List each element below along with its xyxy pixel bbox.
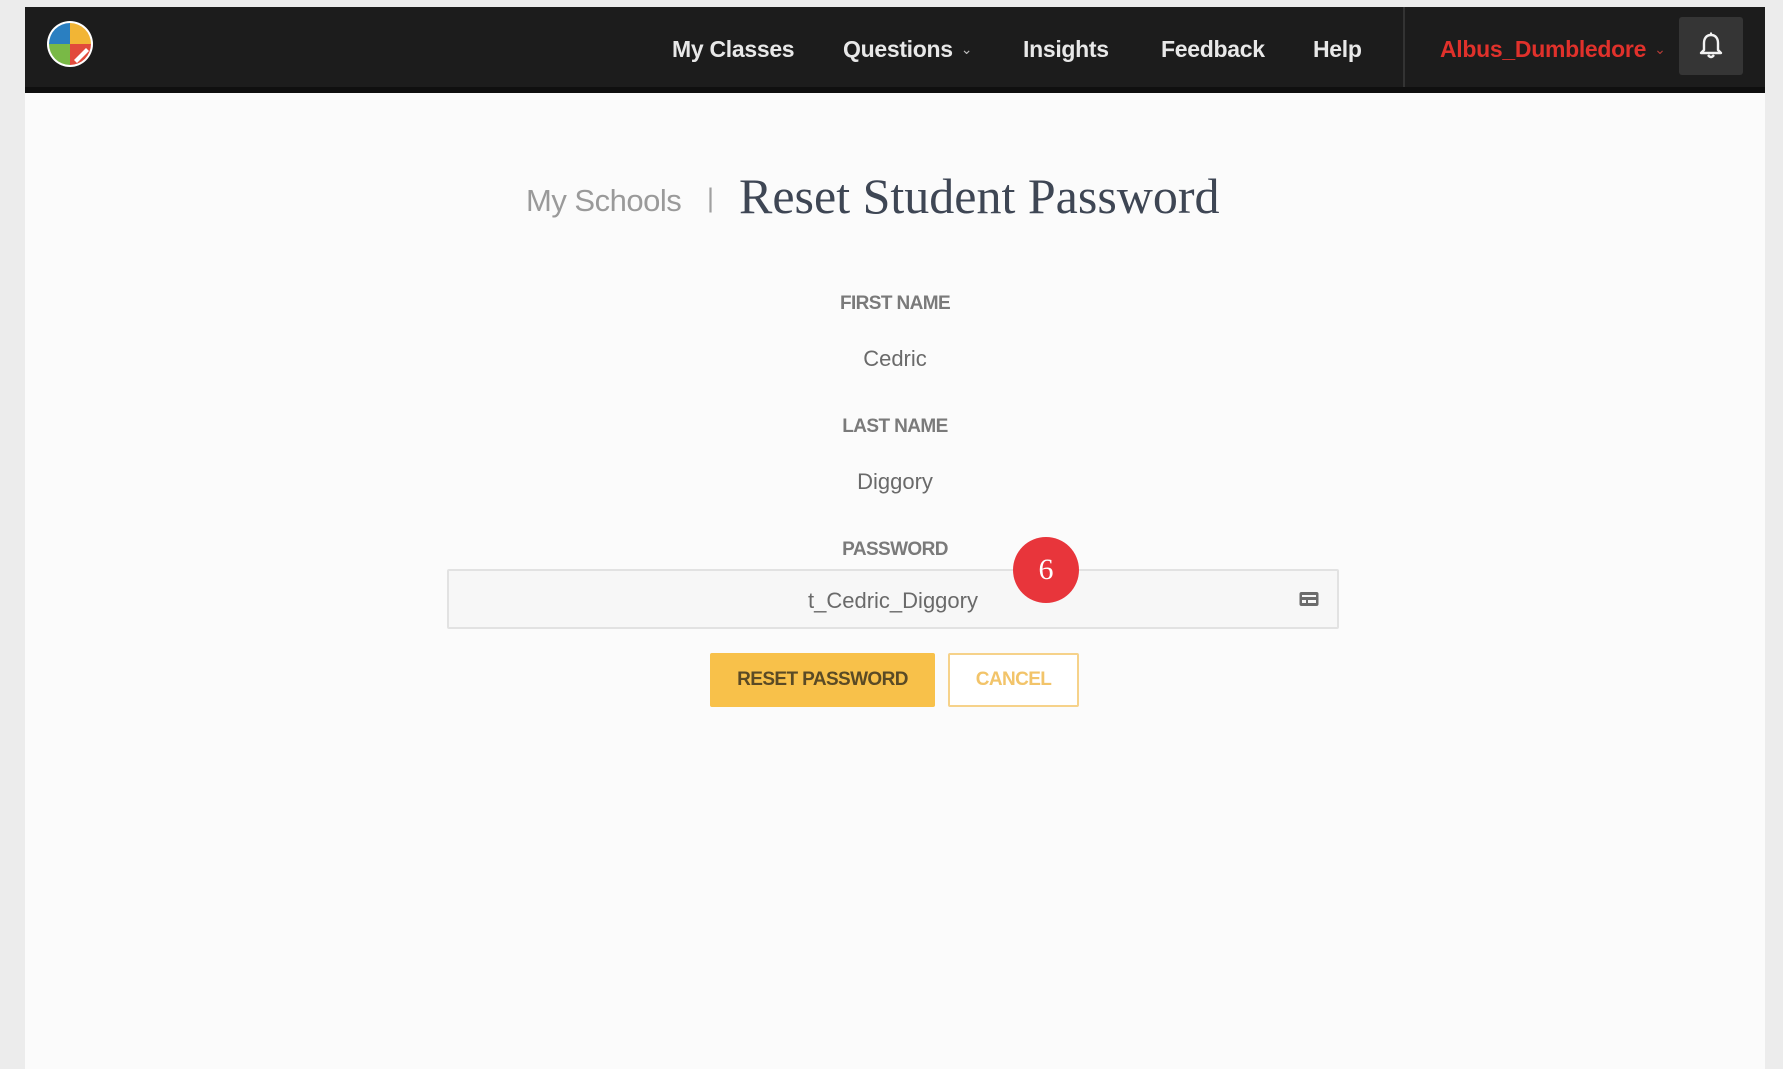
key-card-icon[interactable] <box>1299 591 1319 607</box>
step-number-badge: 6 <box>1013 537 1079 603</box>
password-input[interactable] <box>449 588 1337 614</box>
breadcrumb-separator: | <box>707 183 715 213</box>
nav-feedback-label: Feedback <box>1161 36 1265 62</box>
nav-divider <box>1403 7 1405 87</box>
page-title: Reset Student Password <box>739 168 1220 224</box>
nav-feedback[interactable]: Feedback <box>1161 36 1265 63</box>
user-name: Albus_Dumbledore <box>1440 36 1647 62</box>
nav-questions-label: Questions <box>843 36 953 62</box>
first-name-value: Cedric <box>863 346 927 371</box>
nav-insights[interactable]: Insights <box>1023 36 1109 63</box>
password-label: PASSWORD <box>842 539 948 560</box>
reset-password-button[interactable]: RESET PASSWORD <box>710 653 935 707</box>
quadrant-logo-icon[interactable] <box>45 19 95 69</box>
notifications-button[interactable] <box>1679 17 1743 75</box>
nav-insights-label: Insights <box>1023 36 1109 62</box>
nav-my-classes-label: My Classes <box>672 36 795 62</box>
app-window: My Classes Questions ⌄ Insights Feedback … <box>25 7 1765 1069</box>
chevron-down-icon: ⌄ <box>960 41 973 57</box>
breadcrumb-my-schools[interactable]: My Schools <box>526 183 682 219</box>
top-navigation-bar: My Classes Questions ⌄ Insights Feedback … <box>25 7 1765 93</box>
bell-icon <box>1699 32 1723 59</box>
password-field[interactable] <box>447 569 1339 629</box>
user-menu[interactable]: Albus_Dumbledore ⌄ <box>1440 36 1666 63</box>
cancel-button[interactable]: CANCEL <box>948 653 1079 707</box>
nav-help[interactable]: Help <box>1313 36 1362 63</box>
nav-questions[interactable]: Questions ⌄ <box>843 36 973 63</box>
nav-my-classes[interactable]: My Classes <box>672 36 795 63</box>
last-name-value: Diggory <box>857 469 933 494</box>
first-name-label: FIRST NAME <box>839 293 951 314</box>
chevron-down-icon: ⌄ <box>1654 41 1666 57</box>
last-name-label: LAST NAME <box>842 416 948 437</box>
nav-help-label: Help <box>1313 36 1362 62</box>
